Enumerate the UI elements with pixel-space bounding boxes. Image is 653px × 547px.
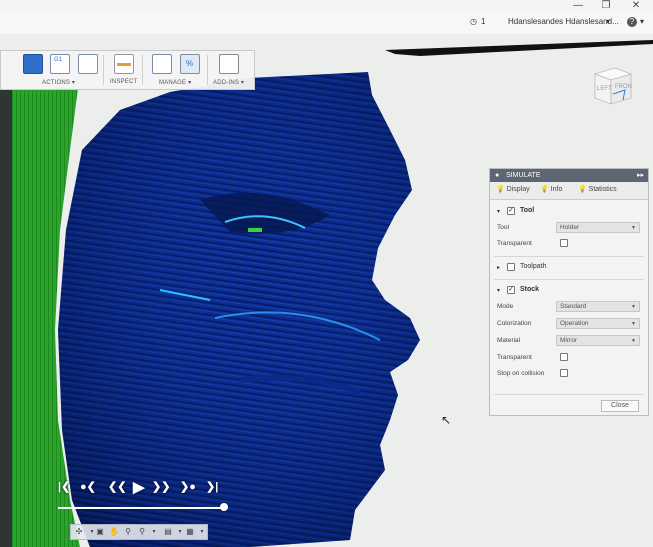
material-label: Material bbox=[497, 337, 521, 344]
panel-tabs: 💡 Display 💡 Info 💡 Statistics bbox=[490, 182, 648, 200]
stock-edge bbox=[0, 90, 12, 547]
stock-section-title: Stock bbox=[520, 286, 540, 293]
window-title-bar: — ❐ ✕ bbox=[0, 0, 653, 12]
stock-checkbox[interactable]: ✓ bbox=[507, 286, 515, 294]
chevron-down-icon[interactable]: ▾ bbox=[175, 527, 185, 537]
skip-to-start-icon[interactable]: |❮ bbox=[58, 480, 70, 493]
skip-to-end-icon[interactable]: ❯| bbox=[206, 480, 218, 493]
face-shading bbox=[58, 72, 420, 547]
next-operation-icon[interactable]: ❯● bbox=[180, 480, 196, 493]
look-at-icon[interactable]: ▣ bbox=[95, 527, 105, 537]
divider bbox=[103, 55, 104, 85]
navigation-bar: ✣ ▾ ▣ ✋ ⚲ ⚲ ▾ ▤ ▾ ▦ ▾ bbox=[70, 524, 208, 540]
user-menu[interactable]: Hdanslesandes Hdanslesand... bbox=[508, 17, 619, 26]
material-dropdown[interactable]: Mirror ▼ bbox=[556, 335, 640, 346]
divider bbox=[494, 279, 644, 280]
toolpath-checkbox[interactable] bbox=[507, 263, 515, 271]
tool-transparent-row: Transparent bbox=[490, 237, 648, 251]
colorization-dropdown[interactable]: Operation ▼ bbox=[556, 318, 640, 329]
play-icon[interactable]: ▶ bbox=[133, 478, 145, 496]
post-process-icon[interactable] bbox=[78, 54, 98, 74]
tool-transparent-label: Transparent bbox=[497, 240, 532, 247]
material-row: Material Mirror ▼ bbox=[490, 334, 648, 348]
divider bbox=[494, 256, 644, 257]
colorization-row: Colorization Operation ▼ bbox=[490, 317, 648, 331]
collapse-stock-icon[interactable]: ▾ bbox=[497, 287, 500, 294]
stock-transparent-checkbox[interactable] bbox=[560, 353, 568, 361]
toolbar-group-actions[interactable]: ACTIONS ▾ bbox=[42, 79, 75, 86]
chevron-down-icon[interactable]: ▾ bbox=[640, 17, 644, 26]
step-back-icon[interactable]: ❮❮ bbox=[108, 480, 126, 493]
display-settings-icon[interactable]: ▤ bbox=[163, 527, 173, 537]
close-window-button[interactable]: ✕ bbox=[626, 0, 646, 12]
tool-library-icon[interactable] bbox=[152, 54, 172, 74]
viewcube-front-label: FRON bbox=[615, 84, 632, 90]
timeline-slider[interactable] bbox=[220, 503, 228, 511]
toolbar-group-inspect[interactable]: INSPECT bbox=[110, 79, 137, 85]
expand-toolpath-icon[interactable]: ▸ bbox=[497, 264, 500, 271]
fit-icon[interactable]: ⚲ bbox=[137, 527, 147, 537]
add-ins-icon[interactable] bbox=[219, 54, 239, 74]
step-forward-icon[interactable]: ❯❯ bbox=[152, 480, 170, 493]
divider bbox=[207, 55, 208, 85]
restore-button[interactable]: ❐ bbox=[596, 0, 616, 12]
panel-title: SIMULATE bbox=[506, 172, 541, 179]
grid-settings-icon[interactable]: ▦ bbox=[185, 527, 195, 537]
ribbon-toolbar: G1 ACTIONS ▾ INSPECT % MANAGE ▾ ADD-INS … bbox=[0, 50, 255, 90]
chevron-down-icon[interactable]: ▾ bbox=[149, 527, 159, 537]
mouse-cursor-icon: ↖ bbox=[441, 413, 452, 427]
jobs-count[interactable]: 1 bbox=[481, 17, 485, 26]
clock-icon[interactable]: ◷ bbox=[470, 17, 477, 26]
collapse-tool-icon[interactable]: ▾ bbox=[497, 208, 500, 215]
chevron-down-icon[interactable]: ▾ bbox=[197, 527, 207, 537]
simulate-panel: ● SIMULATE ▸▸ 💡 Display 💡 Info 💡 Statist… bbox=[489, 168, 649, 416]
chevron-down-icon[interactable]: ▾ bbox=[606, 17, 610, 26]
pan-icon[interactable]: ✋ bbox=[109, 527, 119, 537]
tab-display[interactable]: 💡 Display bbox=[496, 185, 530, 193]
tool-checkbox[interactable]: ✓ bbox=[507, 207, 515, 215]
help-icon[interactable]: ? bbox=[627, 17, 637, 27]
stop-on-collision-checkbox[interactable] bbox=[560, 369, 568, 377]
tool-label: Tool bbox=[497, 224, 509, 231]
simulate-icon[interactable] bbox=[23, 54, 43, 74]
panel-header[interactable]: ● SIMULATE ▸▸ bbox=[490, 169, 648, 182]
divider bbox=[494, 394, 644, 395]
toolpath-section-title: Toolpath bbox=[520, 263, 547, 270]
minimize-button[interactable]: — bbox=[568, 0, 588, 12]
user-bar: ◷ 1 Hdanslesandes Hdanslesand... ▾ ? ▾ bbox=[0, 12, 653, 35]
eye-green bbox=[248, 228, 262, 232]
pin-icon[interactable]: ● bbox=[495, 169, 499, 182]
stock-transparent-row: Transparent bbox=[490, 351, 648, 365]
previous-operation-icon[interactable]: ●❮ bbox=[80, 480, 96, 493]
mode-row: Mode Standard ▼ bbox=[490, 300, 648, 314]
viewcube[interactable]: LEFT FRON bbox=[585, 60, 637, 112]
tool-transparent-checkbox[interactable] bbox=[560, 239, 568, 247]
stop-on-collision-label: Stop on collision bbox=[497, 370, 545, 377]
colorization-label: Colorization bbox=[497, 320, 532, 327]
stock-transparent-label: Transparent bbox=[497, 354, 532, 361]
zoom-icon[interactable]: ⚲ bbox=[123, 527, 133, 537]
tool-section-title: Tool bbox=[520, 207, 535, 214]
nc-program-icon[interactable]: G1 bbox=[50, 54, 70, 74]
playback-controls: |❮ ●❮ ❮❮ ▶ ❯❯ ❯● ❯| bbox=[56, 478, 228, 516]
tab-statistics[interactable]: 💡 Statistics bbox=[578, 185, 617, 193]
mode-dropdown[interactable]: Standard ▼ bbox=[556, 301, 640, 312]
tab-info[interactable]: 💡 Info bbox=[540, 185, 562, 193]
toolbar-group-add-ins[interactable]: ADD-INS ▾ bbox=[213, 79, 244, 86]
post-library-icon[interactable]: % bbox=[180, 54, 200, 74]
fixture bbox=[385, 40, 653, 56]
divider bbox=[142, 55, 143, 85]
toolbar-group-manage[interactable]: MANAGE ▾ bbox=[159, 79, 191, 86]
expand-icon[interactable]: ▸▸ bbox=[637, 169, 644, 182]
timeline-track[interactable] bbox=[58, 507, 226, 509]
tool-row: Tool Holder ▼ bbox=[490, 221, 648, 235]
tool-dropdown[interactable]: Holder ▼ bbox=[556, 222, 640, 233]
inspect-icon[interactable] bbox=[114, 54, 134, 74]
stop-on-collision-row: Stop on collision bbox=[490, 367, 648, 381]
close-button[interactable]: Close bbox=[601, 400, 639, 412]
orbit-icon[interactable]: ✣ bbox=[74, 527, 84, 537]
mode-label: Mode bbox=[497, 303, 514, 310]
viewcube-left-label: LEFT bbox=[597, 86, 612, 92]
